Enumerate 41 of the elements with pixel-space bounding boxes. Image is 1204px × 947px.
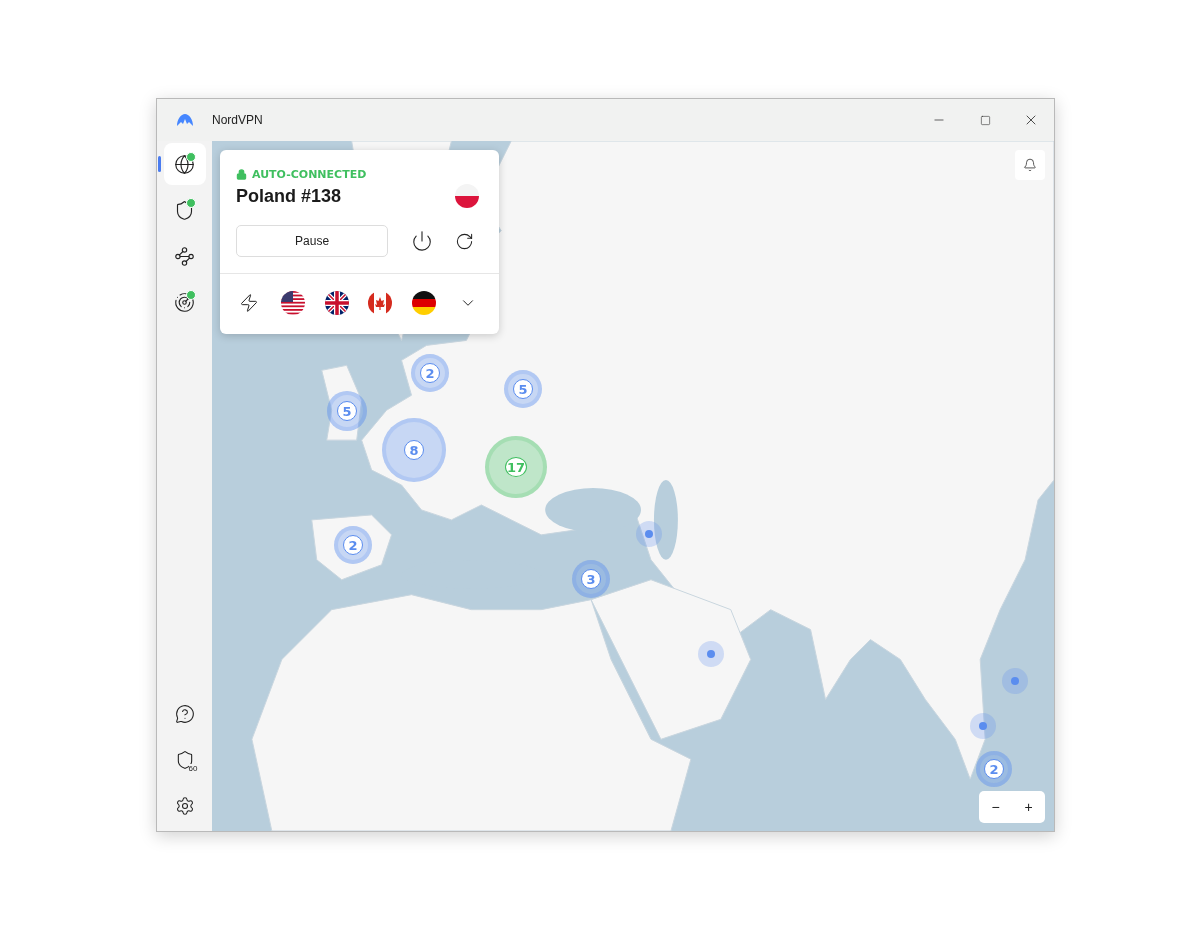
settings-icon: [174, 796, 195, 816]
server-count: 2: [984, 759, 1004, 779]
radar-icon: [174, 291, 195, 313]
help-icon: [174, 704, 195, 724]
badge-count: 60: [188, 764, 198, 773]
bell-icon: [1023, 158, 1037, 172]
pause-button[interactable]: Pause: [236, 225, 389, 257]
server-location[interactable]: [636, 521, 662, 547]
server-count: 3: [581, 569, 601, 589]
zoom-in-button[interactable]: +: [1018, 797, 1039, 817]
selection-indicator: [157, 156, 161, 172]
server-cluster[interactable]: 5: [504, 370, 542, 408]
refresh-icon: [455, 231, 475, 251]
server-cluster[interactable]: 2: [976, 751, 1012, 787]
server-cluster[interactable]: 8: [382, 418, 446, 482]
flag-icon: [324, 291, 349, 315]
window-title: NordVPN: [212, 113, 263, 127]
connection-status: AUTO-CONNECTED: [236, 168, 479, 181]
nodes-icon: [174, 245, 195, 267]
threat-protection-button[interactable]: 60: [163, 739, 206, 781]
maximize-icon: [979, 114, 991, 126]
server-cluster[interactable]: 2: [411, 354, 449, 392]
flag-icon: [412, 291, 437, 315]
power-icon: [411, 230, 434, 252]
server-name: Poland #138: [236, 185, 342, 207]
notifications-button[interactable]: [1015, 150, 1045, 180]
flag-icon: [280, 291, 305, 315]
lock-icon: [236, 169, 247, 180]
server-cluster[interactable]: 17: [485, 436, 547, 498]
shield-icon: [174, 199, 195, 221]
server-cluster[interactable]: 5: [327, 391, 367, 431]
server-location[interactable]: [970, 713, 996, 739]
flag-icon: [455, 184, 479, 208]
lightning-icon: [239, 293, 259, 313]
logo-icon: [176, 113, 194, 127]
server-cluster[interactable]: 3: [572, 560, 610, 598]
flag-icon: [368, 291, 393, 315]
globe-icon: [174, 153, 195, 175]
server-location[interactable]: [698, 641, 724, 667]
server-cluster[interactable]: 2: [334, 526, 372, 564]
zoom-out-button[interactable]: −: [985, 797, 1006, 817]
